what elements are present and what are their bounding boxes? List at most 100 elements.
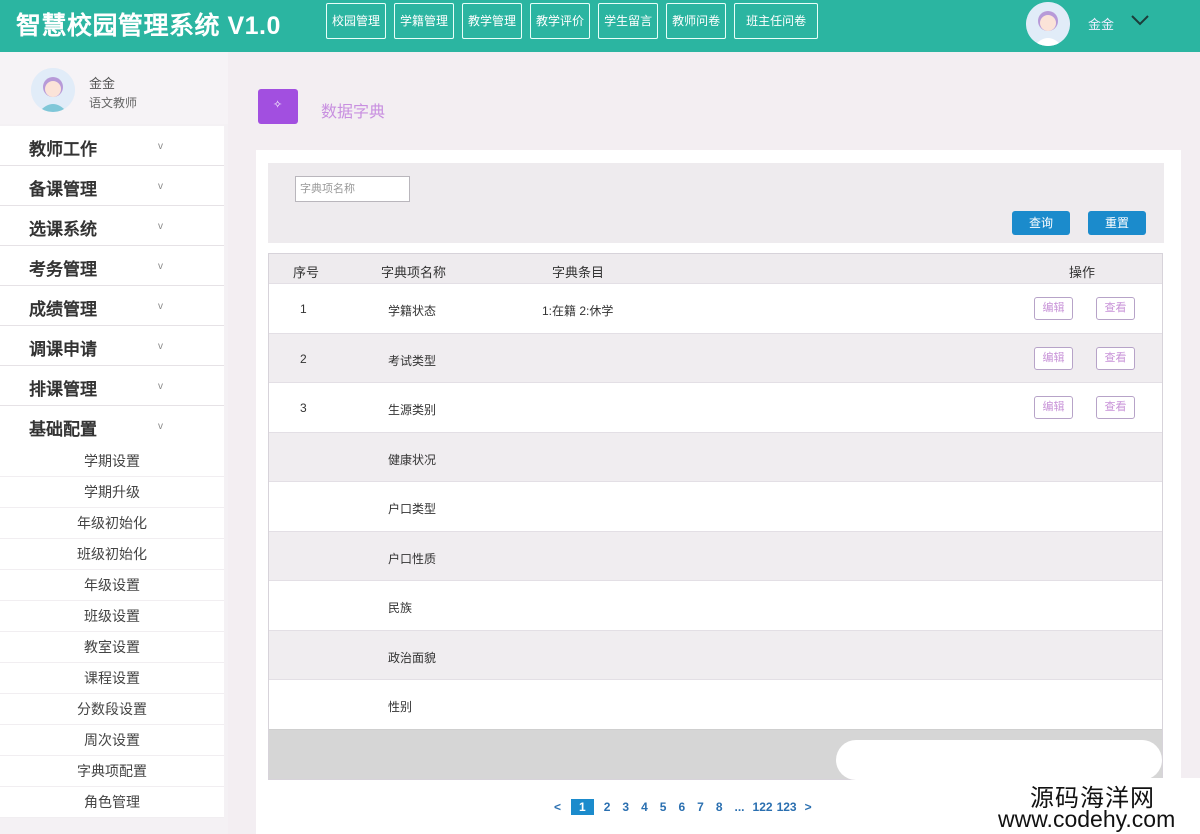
pagination-ellipsis: ... bbox=[734, 800, 745, 814]
table-header: 序号 字典项名称 字典条目 操作 bbox=[269, 254, 1162, 283]
sidebar-item-grades[interactable]: 成绩管理 v bbox=[0, 286, 224, 326]
edit-button[interactable]: 编辑 bbox=[1034, 297, 1073, 320]
pagination: < 1 2 3 4 5 6 7 8 ... 122 123 > bbox=[548, 798, 818, 816]
pagination-page[interactable]: 4 bbox=[641, 800, 648, 814]
watermark-blob bbox=[836, 740, 1162, 780]
table-row: 健康状况 bbox=[269, 431, 1162, 481]
edit-button[interactable]: 编辑 bbox=[1034, 346, 1073, 370]
pagination-page[interactable]: 123 bbox=[777, 800, 797, 814]
submenu-item-grade-settings[interactable]: 年级设置 bbox=[0, 570, 224, 601]
cell-entries: 1:在籍 2:休学 bbox=[542, 304, 614, 318]
cell-name: 政治面貌 bbox=[388, 650, 437, 665]
edit-button[interactable]: 编辑 bbox=[1034, 396, 1073, 419]
top-nav: 校园管理 学籍管理 教学管理 教学评价 学生留言 教师问卷 班主任问卷 bbox=[326, 3, 826, 39]
pagination-page[interactable]: 8 bbox=[716, 800, 723, 814]
pagination-page[interactable]: 6 bbox=[678, 800, 685, 814]
chevron-down-icon: v bbox=[158, 301, 163, 312]
nav-teaching-evaluation[interactable]: 教学评价 bbox=[530, 3, 591, 39]
sidebar-item-label: 基础配置 bbox=[29, 420, 97, 439]
nav-headteacher-survey[interactable]: 班主任问卷 bbox=[734, 3, 819, 39]
nav-teaching-management[interactable]: 教学管理 bbox=[462, 3, 523, 39]
table-row: 户口性质 bbox=[269, 530, 1162, 580]
submenu-item-class-init[interactable]: 班级初始化 bbox=[0, 539, 224, 570]
cell-index: 3 bbox=[300, 401, 307, 415]
sidebar-avatar bbox=[31, 68, 75, 112]
chevron-down-icon: v bbox=[158, 341, 163, 352]
chevron-down-icon: v bbox=[158, 261, 163, 272]
nav-campus-management[interactable]: 校园管理 bbox=[326, 3, 387, 39]
pagination-page[interactable]: 7 bbox=[697, 800, 704, 814]
sidebar-item-exam-affairs[interactable]: 考务管理 v bbox=[0, 246, 224, 286]
user-avatar[interactable] bbox=[1026, 2, 1070, 46]
sidebar-item-schedule-change[interactable]: 调课申请 v bbox=[0, 326, 224, 366]
sidebar-user-name: 金金 bbox=[89, 76, 116, 91]
pagination-prev[interactable]: < bbox=[554, 800, 561, 814]
table-row: 1 学籍状态 1:在籍 2:休学 编辑 查看 bbox=[269, 283, 1162, 333]
sidebar-menu: 教师工作 v 备课管理 v 选课系统 v 考务管理 v 成绩管理 v 调课申请 … bbox=[0, 126, 228, 818]
cell-name: 性别 bbox=[388, 700, 413, 714]
submenu-item-term-settings[interactable]: 学期设置 bbox=[0, 446, 224, 477]
sidebar-item-course-selection[interactable]: 选课系统 v bbox=[0, 206, 224, 246]
view-button[interactable]: 查看 bbox=[1096, 297, 1135, 320]
pagination-page[interactable]: 3 bbox=[622, 800, 629, 814]
nav-student-records[interactable]: 学籍管理 bbox=[394, 3, 455, 39]
header-name: 字典项名称 bbox=[381, 265, 447, 280]
page-title: 数据字典 bbox=[321, 104, 386, 121]
dictionary-name-search-input[interactable] bbox=[295, 176, 410, 202]
sidebar-profile: 金金 语文教师 bbox=[0, 52, 228, 124]
nav-teacher-survey[interactable]: 教师问卷 bbox=[666, 3, 727, 39]
cell-index: 2 bbox=[300, 351, 307, 366]
submenu-item-dictionary-config[interactable]: 字典项配置 bbox=[0, 756, 224, 787]
cell-name: 民族 bbox=[388, 601, 413, 615]
submenu-item-role-management[interactable]: 角色管理 bbox=[0, 787, 224, 818]
sidebar-item-basic-config[interactable]: 基础配置 v bbox=[0, 406, 224, 446]
header-entries: 字典条目 bbox=[552, 265, 605, 280]
table-row: 户口类型 bbox=[269, 481, 1162, 531]
submenu-item-classroom-settings[interactable]: 教室设置 bbox=[0, 632, 224, 663]
pagination-page[interactable]: 122 bbox=[753, 800, 773, 814]
submenu-item-score-range-settings[interactable]: 分数段设置 bbox=[0, 694, 224, 725]
table-row: 性别 bbox=[269, 679, 1162, 729]
table-row: 政治面貌 bbox=[269, 629, 1162, 679]
sidebar-item-teacher-work[interactable]: 教师工作 v bbox=[0, 126, 224, 166]
top-user-name[interactable]: 金金 bbox=[1088, 14, 1114, 33]
view-button[interactable]: 查看 bbox=[1096, 396, 1135, 419]
cell-name: 户口性质 bbox=[388, 551, 437, 566]
view-button[interactable]: 查看 bbox=[1096, 346, 1135, 370]
page-icon: ✧ bbox=[258, 89, 298, 124]
sparkle-icon: ✧ bbox=[273, 99, 283, 111]
submenu-item-week-settings[interactable]: 周次设置 bbox=[0, 725, 224, 756]
submenu-item-course-settings[interactable]: 课程设置 bbox=[0, 663, 224, 694]
sidebar-item-label: 排课管理 bbox=[29, 380, 97, 399]
sidebar-item-label: 考务管理 bbox=[29, 260, 97, 279]
cell-name: 学籍状态 bbox=[388, 304, 437, 318]
sidebar-item-label: 选课系统 bbox=[29, 220, 97, 239]
query-button[interactable]: 查询 bbox=[1012, 211, 1070, 235]
cell-index: 1 bbox=[300, 302, 307, 316]
chevron-down-icon: v bbox=[158, 381, 163, 392]
table-row: 民族 bbox=[269, 580, 1162, 630]
sidebar-item-label: 调课申请 bbox=[29, 340, 97, 359]
dictionary-table: 序号 字典项名称 字典条目 操作 1 学籍状态 1:在籍 2:休学 编辑 查看 … bbox=[268, 253, 1163, 780]
cell-name: 考试类型 bbox=[388, 353, 437, 368]
sidebar-submenu-basic-config: 学期设置 学期升级 年级初始化 班级初始化 年级设置 班级设置 教室设置 课程设… bbox=[0, 446, 224, 818]
pagination-page[interactable]: 2 bbox=[604, 800, 611, 814]
sidebar-item-timetabling[interactable]: 排课管理 v bbox=[0, 366, 224, 406]
pagination-next[interactable]: > bbox=[805, 800, 812, 814]
nav-student-messages[interactable]: 学生留言 bbox=[598, 3, 659, 39]
sidebar-item-lesson-prep[interactable]: 备课管理 v bbox=[0, 166, 224, 206]
submenu-item-grade-init[interactable]: 年级初始化 bbox=[0, 508, 224, 539]
pagination-page-current[interactable]: 1 bbox=[571, 799, 594, 815]
chevron-down-icon: v bbox=[158, 221, 163, 232]
chevron-down-icon[interactable] bbox=[1130, 10, 1150, 30]
header-index: 序号 bbox=[293, 265, 320, 280]
watermark-line2: www.codehy.com bbox=[998, 806, 1176, 832]
reset-button[interactable]: 重置 bbox=[1088, 211, 1146, 235]
chevron-down-icon: v bbox=[158, 181, 163, 192]
sidebar: 金金 语文教师 教师工作 v 备课管理 v 选课系统 v 考务管理 v 成绩管理… bbox=[0, 52, 228, 834]
pagination-page[interactable]: 5 bbox=[660, 800, 667, 814]
avatar-icon bbox=[1026, 2, 1070, 46]
watermark: 源码海洋网 www.codehy.com bbox=[992, 778, 1200, 834]
submenu-item-term-upgrade[interactable]: 学期升级 bbox=[0, 477, 224, 508]
submenu-item-class-settings[interactable]: 班级设置 bbox=[0, 601, 224, 632]
